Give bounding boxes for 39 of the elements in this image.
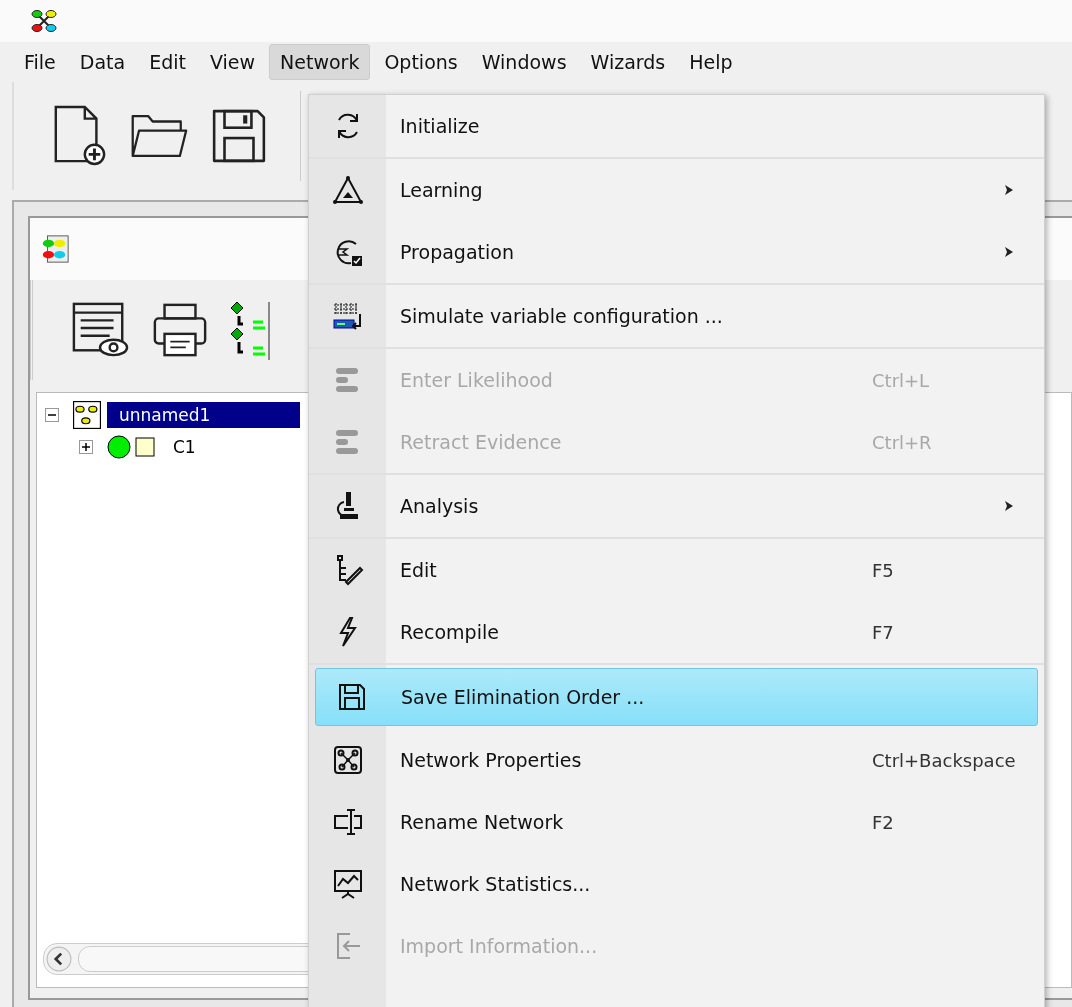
tree-item[interactable]: unnamed1: [107, 402, 301, 428]
menu-item[interactable]: Network Properties Ctrl+Backspace: [309, 729, 1044, 791]
menu-item[interactable]: File: [14, 45, 66, 79]
menu-item[interactable]: Help: [679, 45, 743, 79]
menu-item[interactable]: Wizards: [580, 45, 676, 79]
expand-icon[interactable]: [79, 440, 93, 454]
menu-item[interactable]: Simulate variable configuration ...: [309, 285, 1044, 349]
menu-item[interactable]: Network Statistics...: [309, 853, 1044, 915]
network-document-icon: [40, 234, 70, 264]
scroll-left-icon[interactable]: [46, 946, 72, 972]
menu-item[interactable]: View: [199, 45, 266, 79]
app-logo-icon: [30, 9, 58, 33]
menu-item[interactable]: Initialize: [309, 95, 1044, 159]
menu-item[interactable]: Edit F5: [309, 539, 1044, 601]
menu-item[interactable]: Save Elimination Order ...: [315, 668, 1038, 726]
menu-item[interactable]: Learning: [309, 159, 1044, 221]
submenu-arrow-icon: [1004, 500, 1014, 512]
rename-field-icon: [331, 806, 364, 838]
tree-item[interactable]: C1: [161, 434, 286, 460]
menu-item[interactable]: Windows: [471, 45, 577, 79]
printer-icon[interactable]: [151, 301, 209, 359]
network-box-icon: [331, 744, 364, 776]
menu-item[interactable]: Options: [374, 45, 468, 79]
grid-keyboard-icon: [331, 300, 364, 332]
network-icon: [73, 401, 101, 429]
node-square-icon: [135, 437, 155, 457]
menu-item[interactable]: Propagation: [309, 221, 1044, 285]
submenu-arrow-icon: [1004, 184, 1014, 196]
menu-item[interactable]: Data: [69, 45, 136, 79]
collapse-icon[interactable]: [45, 408, 59, 422]
menu-item[interactable]: Analysis: [309, 475, 1044, 539]
chart-easel-icon: [331, 868, 364, 900]
menu-item[interactable]: Edit: [139, 45, 196, 79]
menu-item[interactable]: Network: [269, 44, 371, 80]
menu-item[interactable]: Recompile F7: [309, 601, 1044, 665]
submenu-arrow-icon: [1004, 246, 1014, 258]
menu-item[interactable]: Rename Network F2: [309, 791, 1044, 853]
triangle-graph-icon: [331, 174, 364, 206]
print-preview-icon[interactable]: [71, 301, 129, 359]
